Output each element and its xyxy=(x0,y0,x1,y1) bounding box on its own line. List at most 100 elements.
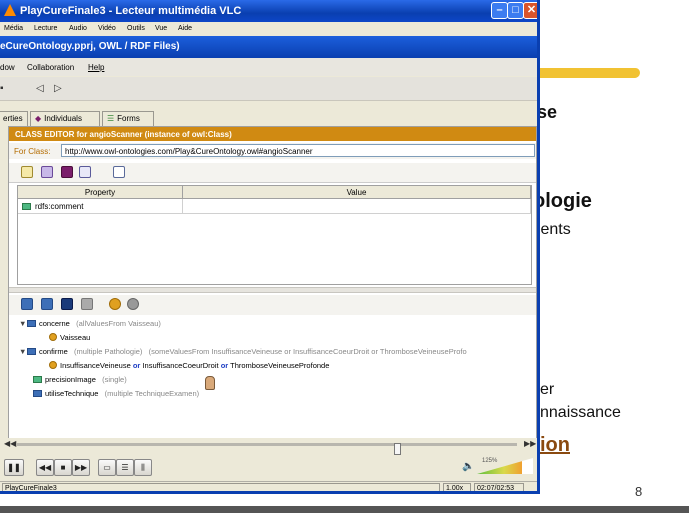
playlist-button[interactable]: ☰ xyxy=(116,459,134,476)
menu-media[interactable]: Média xyxy=(4,25,23,32)
next-button[interactable]: ▶▶ xyxy=(72,459,90,476)
hand-cursor-icon xyxy=(205,376,215,390)
protege-menu-collaboration[interactable]: Collaboration xyxy=(27,63,74,72)
create-annotation-icon[interactable] xyxy=(21,166,33,178)
vlc-menubar: Média Lecture Audio Vidéo Outils Vue Aid… xyxy=(0,22,537,36)
protege-tabs: erties ◆ Individuals ☰ Forms xyxy=(0,111,537,126)
pause-button[interactable]: ❚❚ xyxy=(4,459,24,476)
collapse-icon[interactable]: ▼ xyxy=(19,347,27,356)
datatype-property-icon xyxy=(33,376,42,383)
tab-forms[interactable]: ☰ Forms xyxy=(102,111,154,126)
tree-union-or2: or xyxy=(220,361,229,370)
protege-nav-toolbar: ▪ ◁ ▷ xyxy=(0,77,537,101)
protege-menu-help[interactable]: Help xyxy=(88,63,104,72)
slide-text-nnaissance: nnaissance xyxy=(540,404,621,421)
tree-item-confirme-note: (multiple Pathologie) xyxy=(74,347,143,356)
menu-video[interactable]: Vidéo xyxy=(98,25,116,32)
tab-properties[interactable]: erties xyxy=(0,111,28,126)
grid-cell-property[interactable]: rdfs:comment xyxy=(18,199,183,214)
speaker-icon[interactable]: 🔈 xyxy=(462,461,474,472)
tree-item-vaisseau-label: Vaisseau xyxy=(60,333,91,342)
for-class-url-field[interactable]: http://www.owl-ontologies.com/Play&CureO… xyxy=(61,144,535,157)
menu-aide[interactable]: Aide xyxy=(178,25,192,32)
grid-cell-value[interactable] xyxy=(183,199,531,214)
nav-handle-icon: ▪ xyxy=(0,83,4,94)
class-editor-panel: CLASS EDITOR for angioScanner (instance … xyxy=(8,126,537,441)
instance-icon[interactable] xyxy=(61,166,73,178)
protege-menubar: dow Collaboration Help xyxy=(0,58,537,76)
collapse-icon[interactable]: ▼ xyxy=(19,319,27,328)
protege-menu-window[interactable]: dow xyxy=(0,63,15,72)
tree-item-utilisetechnique-label: utiliseTechnique xyxy=(45,389,99,398)
maximize-button[interactable]: □ xyxy=(507,2,524,19)
status-speed: 1.00x xyxy=(443,483,471,491)
add-restriction-icon[interactable] xyxy=(61,298,73,310)
tree-item-vaisseau[interactable]: Vaisseau xyxy=(49,333,90,342)
seek-forward-icon[interactable]: ▶▶ xyxy=(524,439,536,448)
tree-item-precisionimage-label: precisionImage xyxy=(45,375,96,384)
restriction-toolbar xyxy=(9,295,536,315)
tree-item-confirme-label: confirme xyxy=(39,347,68,356)
object-property-icon xyxy=(27,320,36,327)
tab-individuals[interactable]: ◆ Individuals xyxy=(30,111,100,126)
settings-icon[interactable] xyxy=(127,298,139,310)
status-media-name: PlayCureFinale3 xyxy=(2,483,440,491)
grid-cell-property-text: rdfs:comment xyxy=(35,202,84,211)
grid-header-value: Value xyxy=(183,186,531,199)
create-class-icon[interactable] xyxy=(109,298,121,310)
back-arrow-icon[interactable]: ◁ xyxy=(36,83,44,94)
menu-outils[interactable]: Outils xyxy=(127,25,145,32)
vlc-window-title: PlayCureFinale3 - Lecteur multimédia VLC xyxy=(20,5,242,17)
seek-back-icon[interactable]: ◀◀ xyxy=(4,439,16,448)
class-editor-header: CLASS EDITOR for angioScanner (instance … xyxy=(9,127,536,141)
forms-icon: ☰ xyxy=(107,114,115,123)
menu-vue[interactable]: Vue xyxy=(155,25,167,32)
vlc-titlebar[interactable]: PlayCureFinale3 - Lecteur multimédia VLC… xyxy=(0,0,537,22)
add-annotation-icon[interactable] xyxy=(41,166,53,178)
menu-audio[interactable]: Audio xyxy=(69,25,87,32)
stop-button[interactable]: ■ xyxy=(54,459,72,476)
tab-forms-label: Forms xyxy=(117,114,140,123)
slide-link-ion[interactable]: ion xyxy=(540,434,570,457)
seek-knob[interactable] xyxy=(394,443,401,455)
protege-titlebar: eCureOntology.pprj, OWL / RDF Files) xyxy=(0,36,537,58)
fullscreen-button[interactable]: ▭ xyxy=(98,459,116,476)
annotation-grid: Property Value rdfs:comment xyxy=(17,185,532,285)
vlc-window: PlayCureFinale3 - Lecteur multimédia VLC… xyxy=(0,0,540,494)
tree-item-concerne-label: concerne xyxy=(39,319,70,328)
minimize-button[interactable]: – xyxy=(491,2,508,19)
for-class-label: For Class: xyxy=(14,147,51,156)
object-property-icon xyxy=(27,348,36,355)
tree-item-confirme-note2: (someValuesFrom InsuffisanceVeineuse or … xyxy=(148,347,467,356)
vlc-controls: ◀◀ ▶▶ ❚❚ ◀◀ ■ ▶▶ ▭ ☰ ⫼ 🔈 125% PlayCureFi… xyxy=(0,438,537,491)
extended-settings-button[interactable]: ⫼ xyxy=(134,459,152,476)
tree-item-confirme[interactable]: ▼ confirme (multiple Pathologie) (someVal… xyxy=(19,347,467,356)
remove-property-icon[interactable] xyxy=(81,298,93,310)
tree-item-concerne-note: (allValuesFrom Vaisseau) xyxy=(76,319,161,328)
vlc-cone-icon xyxy=(4,4,16,16)
annotation-toolbar xyxy=(9,163,536,183)
add-property-icon[interactable] xyxy=(41,298,53,310)
view-annotation-icon[interactable] xyxy=(113,166,125,178)
tree-union-or1: or xyxy=(132,361,141,370)
for-class-row: For Class: http://www.owl-ontologies.com… xyxy=(9,143,536,159)
diamond-icon: ◆ xyxy=(35,114,42,123)
tree-item-union[interactable]: InsuffisanceVeineuse or InsuffisanceCoeu… xyxy=(49,361,329,370)
slide-text-ologie: ologie xyxy=(533,190,592,212)
previous-button[interactable]: ◀◀ xyxy=(36,459,54,476)
seek-bar[interactable] xyxy=(17,443,517,455)
tree-item-concerne[interactable]: ▼ concerne (allValuesFrom Vaisseau) xyxy=(19,319,161,328)
grid-header-property: Property xyxy=(18,186,183,199)
protege-project-title: eCureOntology.pprj, OWL / RDF Files) xyxy=(0,41,180,52)
tab-individuals-label: Individuals xyxy=(44,114,82,123)
restriction-tree: ▼ concerne (allValuesFrom Vaisseau) Vaiss… xyxy=(9,316,536,441)
tree-item-utilisetechnique[interactable]: utiliseTechnique (multiple TechniqueExam… xyxy=(33,389,199,398)
create-property-icon[interactable] xyxy=(21,298,33,310)
tree-union-b: InsuffisanceCoeurDroit xyxy=(142,361,219,370)
remove-annotation-icon[interactable] xyxy=(79,166,91,178)
forward-arrow-icon[interactable]: ▷ xyxy=(54,83,62,94)
tree-item-precisionimage[interactable]: precisionImage (single) xyxy=(33,375,127,384)
panel-splitter[interactable] xyxy=(9,287,536,293)
menu-lecture[interactable]: Lecture xyxy=(34,25,57,32)
close-button[interactable]: ✕ xyxy=(523,2,537,19)
